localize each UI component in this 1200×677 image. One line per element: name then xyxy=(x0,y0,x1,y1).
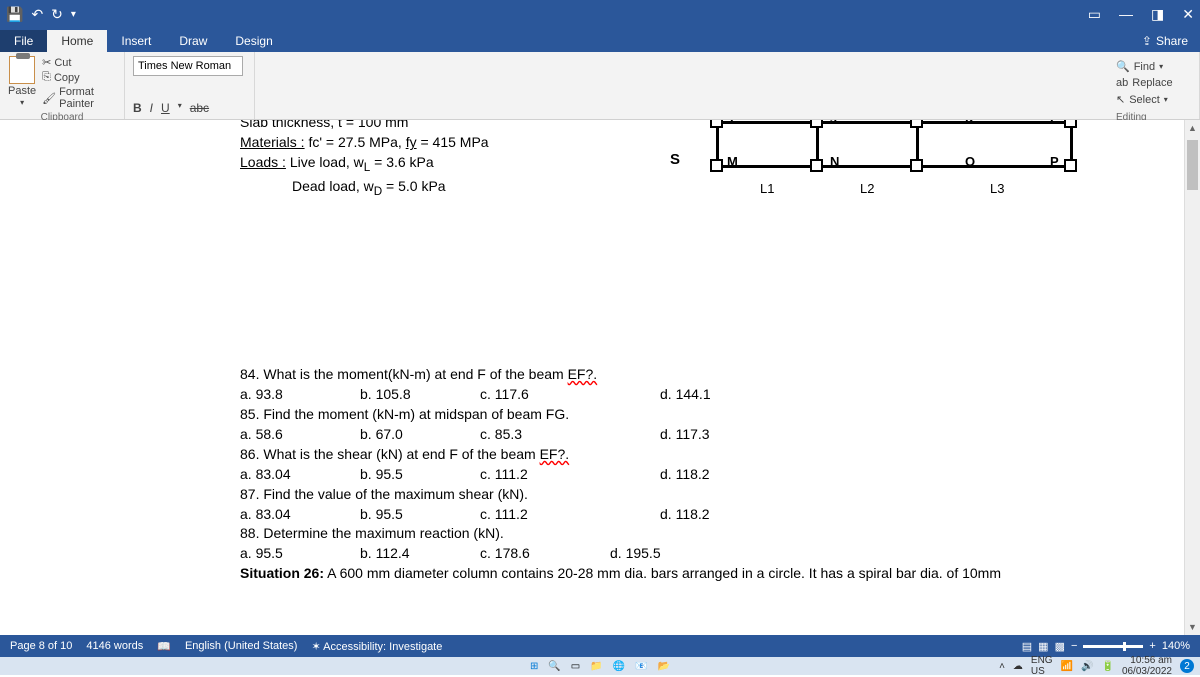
font-name-input[interactable] xyxy=(133,56,243,76)
editing-group: 🔍Find ▾ abReplace ↖Select ▾ Editing xyxy=(1110,52,1200,119)
italic-button[interactable]: I xyxy=(150,101,153,115)
app-icon[interactable]: 📂 xyxy=(658,661,670,672)
document-area[interactable]: Situation 25: For shear and moment calcu… xyxy=(0,120,1200,635)
tab-insert[interactable]: Insert xyxy=(107,30,165,52)
ribbon-display-icon[interactable]: ▭ xyxy=(1088,6,1101,23)
paste-icon xyxy=(9,56,35,84)
find-button[interactable]: 🔍Find ▾ xyxy=(1116,58,1193,75)
undo-icon[interactable]: ↶ xyxy=(31,6,43,23)
underline-button[interactable]: U xyxy=(161,101,170,115)
chevron-up-icon[interactable]: ˄ xyxy=(999,661,1005,672)
page-indicator[interactable]: Page 8 of 10 xyxy=(10,640,72,652)
copy-button[interactable]: ⎘Copy xyxy=(42,71,116,84)
status-bar: Page 8 of 10 4146 words 📖 English (Unite… xyxy=(0,635,1200,657)
bold-button[interactable]: B xyxy=(133,101,142,115)
share-button[interactable]: ⇪Share xyxy=(1130,30,1200,52)
format-painter-button[interactable]: 🖌Format Painter xyxy=(42,86,116,110)
read-mode-icon[interactable]: ▤ xyxy=(1022,640,1032,653)
quick-access-toolbar: 💾 ↶ ↻ ▾ xyxy=(6,6,76,23)
system-tray: ˄ ☁ ENGUS 📶 🔊 🔋 10:56 am06/03/2022 2 xyxy=(999,655,1194,677)
qat-more-icon[interactable]: ▾ xyxy=(71,9,76,20)
search-taskbar-icon[interactable]: 🔍 xyxy=(548,661,560,672)
tab-draw[interactable]: Draw xyxy=(165,30,221,52)
scroll-down-icon[interactable]: ▼ xyxy=(1185,619,1200,635)
web-layout-icon[interactable]: ▩ xyxy=(1055,640,1065,653)
zoom-out-icon[interactable]: − xyxy=(1071,640,1077,652)
scissors-icon: ✂ xyxy=(42,56,51,69)
page-content: Situation 25: For shear and moment calcu… xyxy=(240,120,1160,584)
print-layout-icon[interactable]: ▦ xyxy=(1038,640,1048,653)
tab-home[interactable]: Home xyxy=(47,30,107,52)
title-bar: 💾 ↶ ↻ ▾ ▭ — ◨ ✕ xyxy=(0,0,1200,28)
word-count[interactable]: 4146 words xyxy=(86,640,143,652)
start-icon[interactable]: ⊞ xyxy=(530,661,538,672)
spellcheck-icon[interactable]: 📖 xyxy=(157,640,171,653)
clock[interactable]: 10:56 am06/03/2022 xyxy=(1122,655,1172,677)
maximize-icon[interactable]: ◨ xyxy=(1151,6,1164,23)
window-controls: ▭ — ◨ ✕ xyxy=(1088,6,1194,23)
replace-button[interactable]: abReplace xyxy=(1116,75,1193,91)
app-icon[interactable]: 📁 xyxy=(590,661,602,672)
zoom-level[interactable]: 140% xyxy=(1162,640,1190,652)
app-icon[interactable]: 📧 xyxy=(635,661,647,672)
lang-indicator[interactable]: ENGUS xyxy=(1031,655,1053,677)
battery-icon[interactable]: 🔋 xyxy=(1101,661,1113,672)
strike-button[interactable]: abc xyxy=(190,101,209,115)
zoom-in-icon[interactable]: + xyxy=(1149,640,1155,652)
tab-file[interactable]: File xyxy=(0,30,47,52)
brush-icon: 🖌 xyxy=(42,92,56,105)
app-icon[interactable]: 🌐 xyxy=(613,661,625,672)
redo-icon[interactable]: ↻ xyxy=(51,6,63,23)
search-icon: 🔍 xyxy=(1116,60,1130,73)
cursor-icon: ↖ xyxy=(1116,93,1125,106)
clipboard-group: Paste ▾ ✂Cut ⎘Copy 🖌Format Painter Clipb… xyxy=(0,52,125,119)
ribbon-tabs: File Home Insert Draw Design ⇪Share xyxy=(0,28,1200,52)
zoom-slider[interactable] xyxy=(1083,645,1143,648)
vertical-scrollbar[interactable]: ▲ ▼ xyxy=(1184,120,1200,635)
taskbar: ⊞ 🔍 ▭ 📁 🌐 📧 📂 ˄ ☁ ENGUS 📶 🔊 🔋 10:56 am06… xyxy=(0,657,1200,675)
minimize-icon[interactable]: — xyxy=(1119,6,1133,23)
volume-icon[interactable]: 🔊 xyxy=(1081,661,1093,672)
close-icon[interactable]: ✕ xyxy=(1182,6,1194,23)
taskview-icon[interactable]: ▭ xyxy=(571,661,580,672)
tab-design[interactable]: Design xyxy=(221,30,286,52)
replace-icon: ab xyxy=(1116,77,1128,89)
scroll-thumb[interactable] xyxy=(1187,140,1198,190)
cut-button[interactable]: ✂Cut xyxy=(42,56,116,69)
font-group: B I U ▾ abc xyxy=(125,52,255,119)
notification-icon[interactable]: 2 xyxy=(1180,659,1194,673)
save-icon[interactable]: 💾 xyxy=(6,6,23,23)
cloud-icon[interactable]: ☁ xyxy=(1013,661,1023,672)
select-button[interactable]: ↖Select ▾ xyxy=(1116,91,1193,108)
paste-button[interactable]: Paste ▾ xyxy=(8,56,36,110)
language-indicator[interactable]: English (United States) xyxy=(185,640,298,652)
beam-diagram: S S S A B C D xyxy=(660,120,1090,180)
accessibility-indicator[interactable]: ✶ Accessibility: Investigate xyxy=(311,640,442,653)
ribbon: Paste ▾ ✂Cut ⎘Copy 🖌Format Painter Clipb… xyxy=(0,52,1200,120)
wifi-icon[interactable]: 📶 xyxy=(1061,661,1073,672)
scroll-up-icon[interactable]: ▲ xyxy=(1185,120,1200,136)
copy-icon: ⎘ xyxy=(42,71,51,84)
share-icon: ⇪ xyxy=(1142,34,1152,48)
